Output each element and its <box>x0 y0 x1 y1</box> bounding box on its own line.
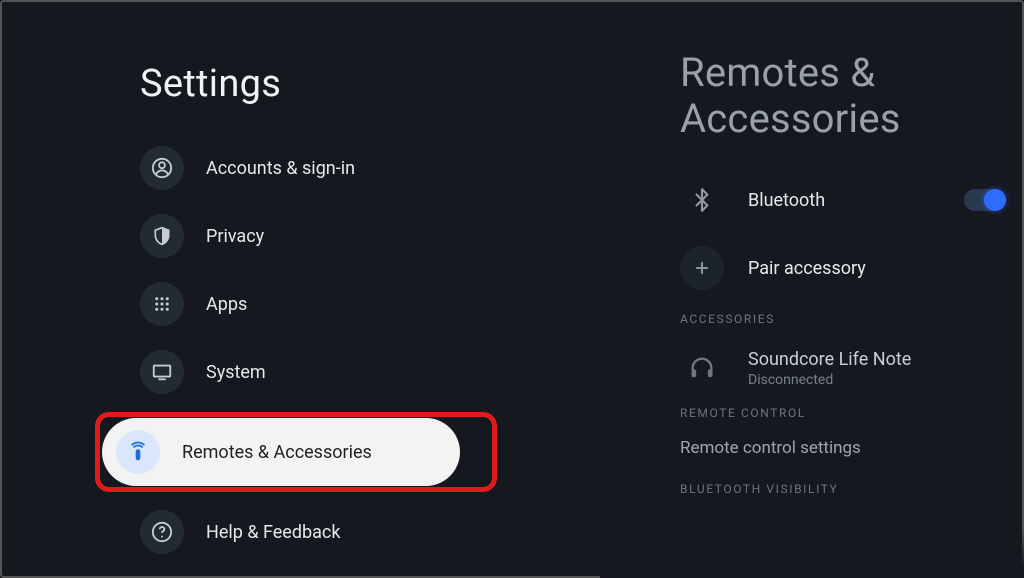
help-icon <box>140 510 184 554</box>
sidebar-item-help[interactable]: Help & Feedback <box>140 510 600 554</box>
account-icon <box>140 146 184 190</box>
sidebar-item-remotes[interactable]: Remotes & Accessories <box>102 418 600 486</box>
apps-grid-icon <box>140 282 184 326</box>
sidebar-item-privacy[interactable]: Privacy <box>140 214 600 258</box>
remote-control-settings[interactable]: Remote control settings <box>680 438 1004 458</box>
accessory-row[interactable]: Soundcore Life Note Disconnected <box>680 344 1004 392</box>
shield-icon <box>140 214 184 258</box>
pair-label: Pair accessory <box>748 258 866 279</box>
sidebar-item-label: Apps <box>206 294 247 315</box>
sidebar-item-accounts[interactable]: Accounts & sign-in <box>140 146 600 190</box>
fade-overlay <box>600 528 1024 578</box>
sidebar-item-label: Accounts & sign-in <box>206 158 355 179</box>
bluetooth-label: Bluetooth <box>748 190 825 211</box>
page-title: Settings <box>140 62 600 106</box>
pair-accessory-row[interactable]: Pair accessory <box>680 244 1004 292</box>
accessory-status: Disconnected <box>748 372 1004 388</box>
bluetooth-icon <box>680 178 724 222</box>
settings-nav: Accounts & sign-in Privacy Apps System <box>140 146 600 554</box>
sidebar-item-label: System <box>206 362 266 383</box>
bluetooth-toggle[interactable] <box>964 189 1004 211</box>
sidebar-item-label: Remotes & Accessories <box>182 442 372 463</box>
remote-icon <box>116 430 160 474</box>
sidebar-item-system[interactable]: System <box>140 350 600 394</box>
detail-title: Remotes & Accessories <box>680 50 1004 142</box>
section-accessories: ACCESSORIES <box>680 312 1004 326</box>
bluetooth-row[interactable]: Bluetooth <box>680 176 1004 224</box>
sidebar-item-apps[interactable]: Apps <box>140 282 600 326</box>
sidebar-item-label: Help & Feedback <box>206 522 340 543</box>
detail-panel: Remotes & Accessories Bluetooth Pair acc… <box>600 0 1024 578</box>
accessory-name: Soundcore Life Note <box>748 349 1004 370</box>
headphones-icon <box>680 346 724 390</box>
sidebar-item-label: Privacy <box>206 226 264 247</box>
section-remote-control: REMOTE CONTROL <box>680 406 1004 420</box>
plus-icon <box>680 246 724 290</box>
tv-icon <box>140 350 184 394</box>
settings-sidebar: Settings Accounts & sign-in Privacy Apps <box>0 0 600 578</box>
section-bt-visibility: BLUETOOTH VISIBILITY <box>680 482 1004 496</box>
